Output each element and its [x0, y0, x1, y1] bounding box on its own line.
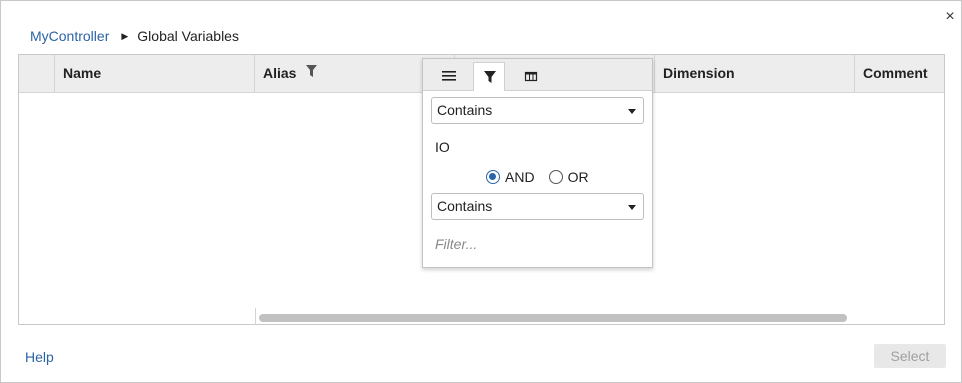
select-button[interactable]: Select	[874, 344, 946, 368]
column-header-name-label: Name	[63, 65, 102, 81]
filter-value-1[interactable]: IO	[435, 139, 450, 155]
filter-condition-1-value: Contains	[437, 102, 493, 118]
operator-or-label: OR	[567, 169, 589, 185]
help-link[interactable]: Help	[25, 349, 54, 365]
column-header-dimension[interactable]: Dimension	[655, 55, 855, 92]
columns-icon	[524, 71, 538, 82]
operator-and-label: AND	[505, 169, 535, 185]
filter-operator-group: AND OR	[486, 169, 603, 185]
operator-and-radio[interactable]	[486, 170, 500, 184]
filter-condition-2-value: Contains	[437, 198, 493, 214]
column-filter-active-icon[interactable]	[306, 54, 318, 91]
filter-condition-1-select[interactable]: Contains	[431, 97, 644, 124]
column-header-comment-label: Comment	[863, 65, 928, 81]
breadcrumb-controller-link[interactable]: MyController	[30, 28, 109, 44]
chevron-down-icon	[628, 205, 636, 210]
column-header-comment[interactable]: Comment	[855, 55, 944, 92]
global-variables-dialog: × MyController ▶ Global Variables Name A…	[0, 0, 962, 383]
filter-popup-tabs	[423, 59, 652, 91]
tab-columns[interactable]	[515, 62, 547, 90]
column-header-selector[interactable]	[19, 55, 55, 92]
column-header-dimension-label: Dimension	[663, 65, 735, 81]
breadcrumb: MyController ▶ Global Variables	[30, 28, 239, 44]
horizontal-scrollbar[interactable]	[259, 314, 847, 322]
breadcrumb-current: Global Variables	[137, 28, 239, 44]
column-header-alias-label: Alias	[263, 65, 297, 81]
menu-icon	[442, 71, 456, 81]
filter-icon	[484, 71, 496, 83]
tab-general-menu[interactable]	[433, 62, 465, 90]
column-filter-popup: Contains IO AND OR Contains	[422, 58, 653, 268]
grid-gutter-divider	[255, 308, 256, 325]
column-header-name[interactable]: Name	[55, 55, 255, 92]
filter-value-2-input[interactable]	[435, 235, 640, 253]
tab-filter[interactable]	[473, 62, 505, 91]
operator-or-radio[interactable]	[548, 170, 563, 184]
chevron-down-icon	[628, 109, 636, 114]
filter-condition-2-select[interactable]: Contains	[431, 193, 644, 220]
breadcrumb-separator-icon: ▶	[121, 30, 129, 41]
close-icon[interactable]: ×	[943, 9, 957, 25]
